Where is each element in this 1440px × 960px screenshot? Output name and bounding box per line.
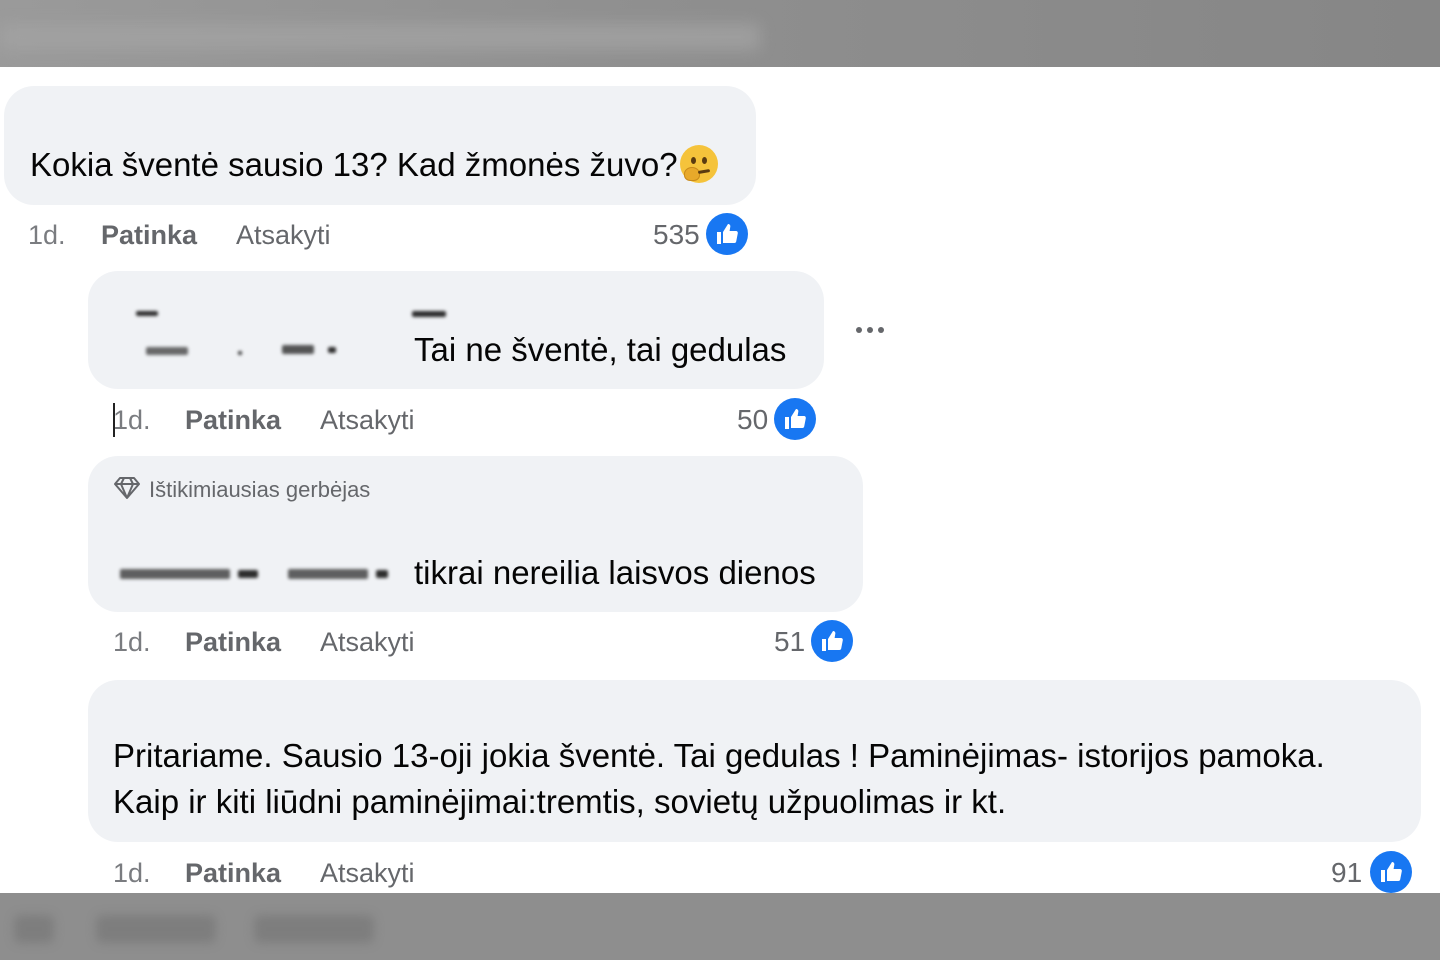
comment-bubble-1: Kokia šventė sausio 13? Kad žmonės žuvo? [4,86,756,205]
comment-time-1: 1d. [28,220,66,250]
comment-time-3: 1d. [113,627,151,657]
comment-text-2: Tai ne šventė, tai gedulas [414,331,787,368]
like-link-4[interactable]: Patinka [185,857,281,889]
comment-text-1: Kokia šventė sausio 13? Kad žmonės žuvo? [30,142,718,188]
blurred-author-name [118,563,390,587]
like-count-1: 535 [653,219,700,250]
like-count-3: 51 [774,626,806,657]
like-link-1[interactable]: Patinka [101,219,197,251]
comment-bubble-4: Pritariame. Sausio 13-oji jokia šventė. … [88,680,1421,842]
comment-text-4-line2: Kaip ir kiti liūdni paminėjimai:tremtis,… [113,783,1007,820]
comment-time-4: 1d. [113,858,151,888]
blurred-author-name [132,307,452,363]
comment-text-4-line1: Pritariame. Sausio 13-oji jokia šventė. … [113,737,1325,774]
thumbs-up-icon[interactable] [811,620,853,662]
diamond-icon [113,476,141,505]
more-options-button[interactable] [846,313,894,347]
like-link-2[interactable]: Patinka [185,404,281,436]
comment-text-3: tikrai nereilia laisvos dienos [414,554,816,591]
blurred-top-region [0,0,1440,67]
badge-label: Ištikimiausias gerbėjas [149,477,371,502]
reply-link-1[interactable]: Atsakyti [236,219,331,251]
comment-bubble-2: Tai ne šventė, tai gedulas [88,271,824,389]
comment-time-2: 1d. [113,405,151,435]
thumbs-up-icon[interactable] [774,398,816,440]
like-count-2: 50 [737,404,769,435]
like-link-3[interactable]: Patinka [185,626,281,658]
top-fan-badge: Ištikimiausias gerbėjas [113,475,370,505]
reply-link-3[interactable]: Atsakyti [320,626,415,658]
thumbs-up-icon[interactable] [706,213,748,255]
reply-link-2[interactable]: Atsakyti [320,404,415,436]
thumbs-up-icon[interactable] [1370,851,1412,893]
reply-link-4[interactable]: Atsakyti [320,857,415,889]
thinking-face-icon [679,145,718,184]
blurred-bottom-region [0,893,1440,960]
like-count-4: 91 [1331,857,1363,888]
